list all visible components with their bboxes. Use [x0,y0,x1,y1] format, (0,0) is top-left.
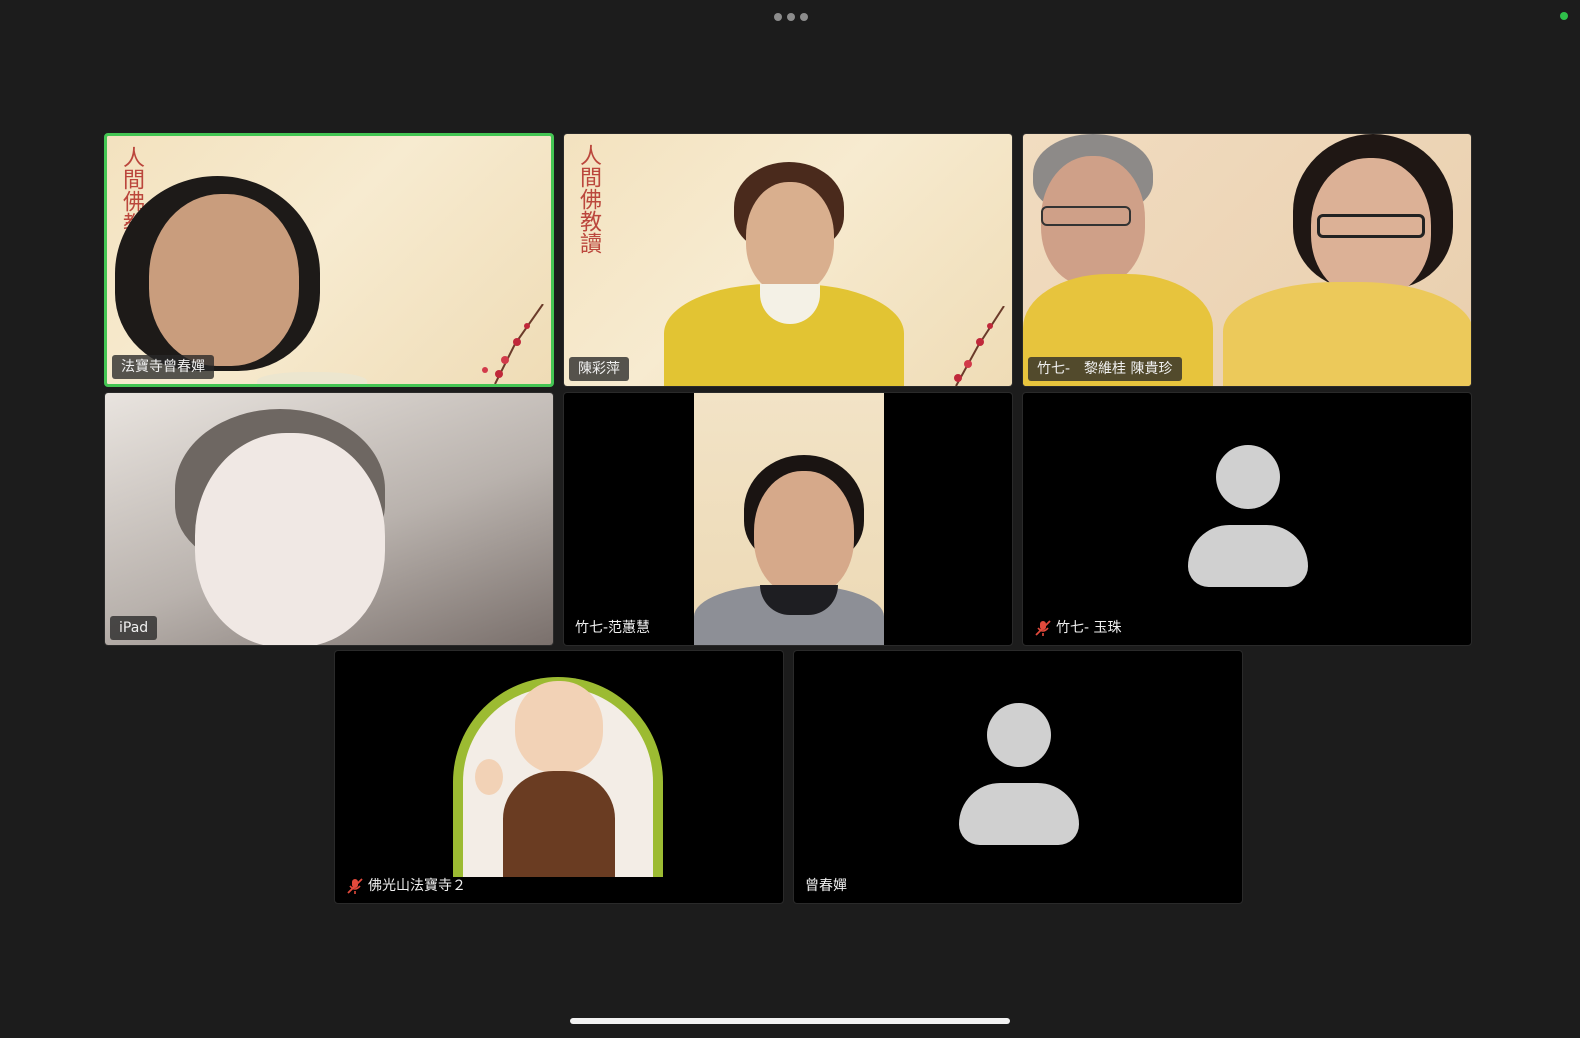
participant-name: 竹七- 玉珠 [1056,620,1122,636]
video-tile-5[interactable]: 竹七-范蕙慧 [563,392,1013,646]
participant-name-tag: 竹七- 玉珠 [1028,616,1128,640]
plum-blossom-decoration [482,304,544,384]
video-tile-4[interactable]: iPad [104,392,554,646]
dot-icon [787,13,795,21]
mic-off-icon [347,878,363,894]
dot-icon [800,13,808,21]
video-tile-8[interactable]: 曾春嬋 [793,650,1243,904]
participant-name: 法寶寺曾春嬋 [121,359,205,375]
participant-name-tag: 竹七- 黎維桂 陳貴珍 [1028,357,1182,381]
more-options-button[interactable] [774,12,808,22]
participant-name-tag: 陳彩萍 [569,357,629,381]
participant-name-tag: 曾春嬋 [799,874,853,898]
participant-name: 竹七-范蕙慧 [575,620,651,636]
background-calligraphy: 人間佛教讀 [576,144,601,254]
connection-status-indicator [1560,12,1568,20]
participant-name-tag: iPad [110,616,158,640]
video-tile-7[interactable]: 佛光山法寶寺２ [334,650,784,904]
participant-name-tag: 竹七-范蕙慧 [569,616,656,640]
video-tile-1[interactable]: 人間佛教 法寶寺曾春嬋 [104,133,554,387]
video-tile-2[interactable]: 人間佛教讀 陳彩萍 [563,133,1013,387]
participant-name: 竹七- 黎維桂 陳貴珍 [1037,361,1173,377]
participant-name-tag: 法寶寺曾春嬋 [112,355,214,379]
participant-name-tag: 佛光山法寶寺２ [340,874,472,898]
participant-name: 佛光山法寶寺２ [368,878,466,894]
video-tile-6[interactable]: 竹七- 玉珠 [1022,392,1472,646]
video-tile-3[interactable]: 竹七- 黎維桂 陳貴珍 [1022,133,1472,387]
participant-name: 陳彩萍 [578,361,620,377]
participant-name: 曾春嬋 [805,878,847,894]
plum-blossom-decoration [954,306,1005,386]
home-indicator[interactable] [570,1018,1010,1024]
mic-off-icon [1035,620,1051,636]
dot-icon [774,13,782,21]
participant-name: iPad [119,620,149,636]
